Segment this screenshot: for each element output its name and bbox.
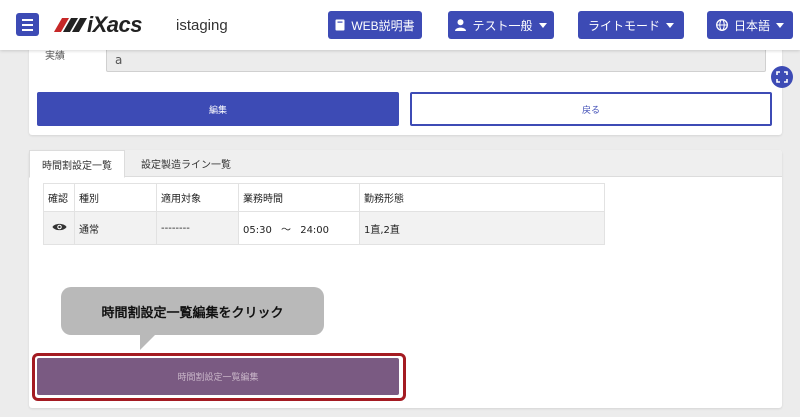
web-manual-label: WEB説明書 [351,18,415,33]
row-target: -------- [156,211,239,245]
chevron-down-icon [776,22,784,28]
row-work-pattern: 1直,2直 [359,211,605,245]
schedule-table: 確認 種別 適用対象 業務時間 勤務形態 通常 -------- 05:30 〜… [43,183,605,245]
eye-icon[interactable] [43,211,75,245]
logo-mark-icon [53,18,88,32]
row-end-time: 24:00 [300,224,330,236]
table-row: 通常 -------- 05:30 〜 24:00 1直,2直 [43,211,605,245]
fullscreen-icon[interactable] [771,66,793,88]
instruction-callout: 時間割設定一覧編集をクリック [61,287,324,335]
row-start-time: 05:30 [243,224,272,236]
theme-menu-label: ライトモード [587,18,660,33]
theme-menu-button[interactable]: ライトモード [578,11,684,39]
app-logo: iXacs [53,12,143,38]
chevron-down-icon [666,22,674,28]
user-menu-label: テスト一般 [472,18,533,33]
column-header-work-pattern: 勤務形態 [359,183,605,212]
language-menu-button[interactable]: 日本語 [707,11,793,39]
schedule-list-edit-button[interactable]: 時間割設定一覧編集 [37,358,399,395]
column-header-target: 適用対象 [156,183,239,212]
column-header-type: 種別 [74,183,157,212]
web-manual-button[interactable]: WEB説明書 [328,11,422,39]
tab-bar: 時間割設定一覧 設定製造ライン一覧 [29,150,782,178]
language-menu-label: 日本語 [733,18,770,33]
app-header: iXacs istaging WEB説明書 テスト一般 ライトモード 日本語 [0,0,800,50]
callout-tail [140,334,156,350]
user-menu-button[interactable]: テスト一般 [448,11,554,39]
chevron-down-icon [538,22,547,28]
column-header-confirm: 確認 [43,183,75,212]
logo-text: iXacs [87,12,143,37]
row-type: 通常 [74,211,157,245]
detail-form-card: 実績 a 編集 戻る [29,40,782,135]
column-header-business-hours: 業務時間 [238,183,360,212]
user-icon [455,19,467,31]
table-header-row: 確認 種別 適用対象 業務時間 勤務形態 [43,183,605,212]
menu-icon[interactable] [16,13,39,36]
environment-name: istaging [176,17,228,34]
book-icon [335,19,345,31]
row-business-hours: 05:30 〜 24:00 [238,211,360,245]
tab-production-line-list[interactable]: 設定製造ライン一覧 [129,150,243,177]
globe-icon [716,19,728,31]
edit-button[interactable]: 編集 [37,92,399,126]
tab-schedule-list[interactable]: 時間割設定一覧 [29,150,125,178]
row-time-separator: 〜 [281,224,292,236]
record-field[interactable]: a [106,48,766,72]
back-button[interactable]: 戻る [410,92,772,126]
